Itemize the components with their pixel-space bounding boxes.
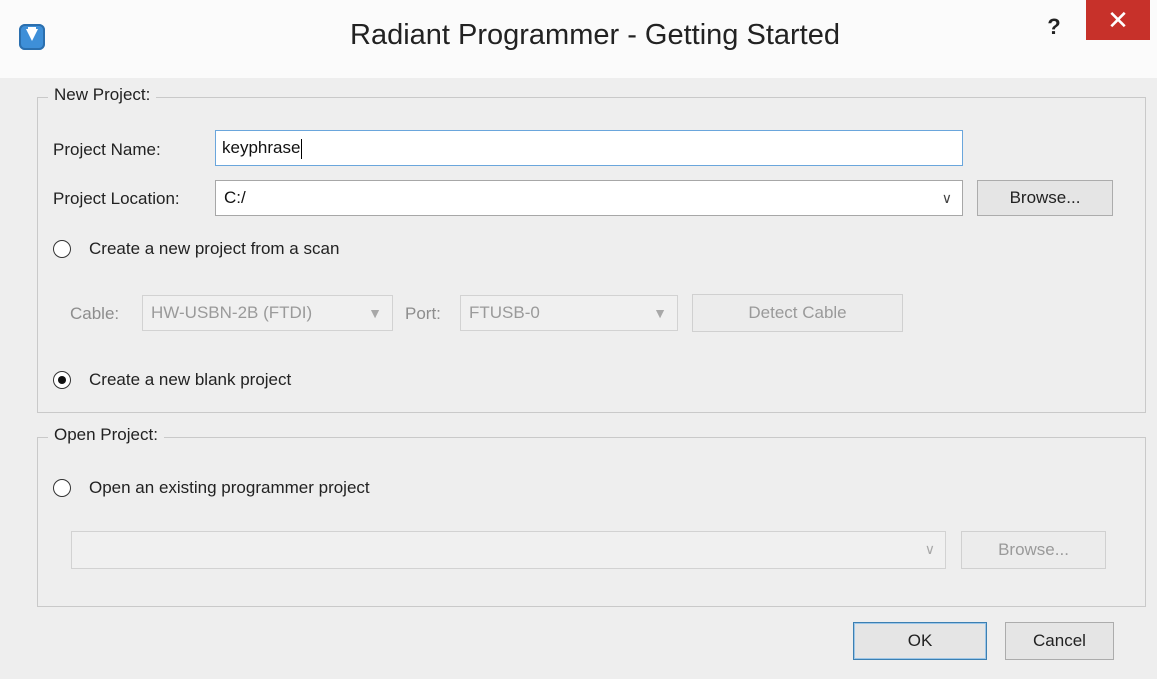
existing-option-radio[interactable]	[53, 479, 71, 497]
blank-option-radio[interactable]	[53, 371, 71, 389]
app-icon	[19, 24, 45, 50]
existing-option-label[interactable]: Open an existing programmer project	[89, 478, 370, 498]
scan-option-radio[interactable]	[53, 240, 71, 258]
cable-combo[interactable]: HW-USBN-2B (FTDI) ▼	[142, 295, 393, 331]
dropdown-arrow-icon[interactable]: ▼	[368, 296, 382, 330]
existing-project-combo[interactable]: ∨	[71, 531, 946, 569]
text-caret	[301, 138, 303, 159]
existing-browse-button[interactable]: Browse...	[961, 531, 1106, 569]
close-button[interactable]: ✕	[1086, 0, 1150, 40]
cable-value: HW-USBN-2B (FTDI)	[151, 303, 313, 322]
project-location-label: Project Location:	[53, 189, 180, 208]
window-title: Radiant Programmer - Getting Started	[350, 19, 840, 51]
project-name-value: keyphrase	[222, 138, 301, 157]
chevron-down-icon[interactable]: ∨	[942, 181, 952, 215]
scan-option-label[interactable]: Create a new project from a scan	[89, 239, 339, 259]
dropdown-arrow-icon[interactable]: ▼	[653, 296, 667, 330]
open-project-legend: Open Project:	[48, 425, 164, 445]
blank-option-label[interactable]: Create a new blank project	[89, 370, 291, 390]
title-bar: Radiant Programmer - Getting Started ? ✕	[0, 0, 1157, 78]
project-name-input[interactable]: keyphrase	[215, 130, 963, 166]
ok-button[interactable]: OK	[853, 622, 987, 660]
detect-cable-button[interactable]: Detect Cable	[692, 294, 903, 332]
cancel-button[interactable]: Cancel	[1005, 622, 1114, 660]
port-combo[interactable]: FTUSB-0 ▼	[460, 295, 678, 331]
project-name-label: Project Name:	[53, 140, 161, 159]
port-value: FTUSB-0	[469, 303, 540, 322]
location-browse-button[interactable]: Browse...	[977, 180, 1113, 216]
project-location-value: C:/	[224, 188, 246, 207]
port-label: Port:	[405, 304, 441, 323]
help-button[interactable]: ?	[1040, 12, 1068, 42]
new-project-legend: New Project:	[48, 85, 157, 105]
cable-label: Cable:	[70, 304, 120, 323]
chevron-down-icon[interactable]: ∨	[925, 532, 935, 566]
open-project-group: Open Project:	[37, 425, 1146, 607]
project-location-combo[interactable]: C:/ ∨	[215, 180, 963, 216]
